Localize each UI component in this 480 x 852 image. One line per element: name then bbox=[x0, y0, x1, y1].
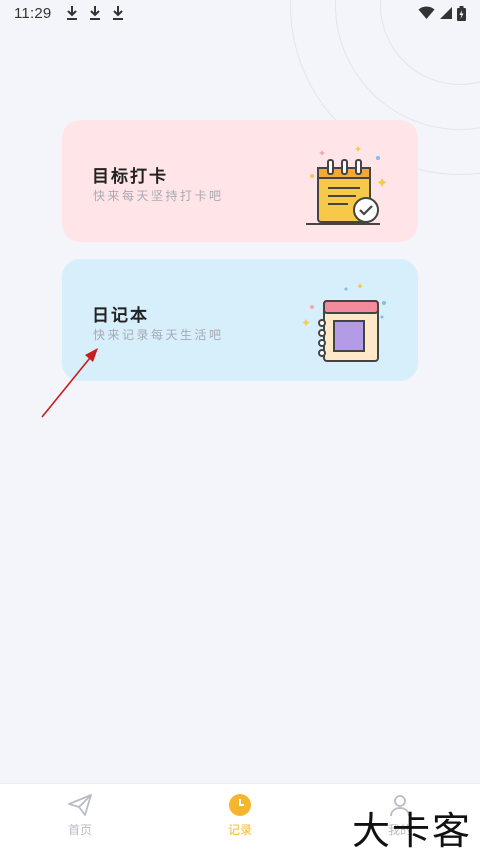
download-icon bbox=[67, 6, 78, 20]
card-subtitle: 快来每天坚持打卡吧 bbox=[93, 189, 224, 203]
battery-icon bbox=[457, 5, 466, 21]
download-icon bbox=[90, 6, 101, 20]
paper-plane-icon bbox=[68, 794, 92, 816]
wifi-icon bbox=[418, 6, 435, 19]
card-title: 目标打卡 bbox=[92, 167, 168, 187]
status-bar: 11:29 bbox=[0, 0, 480, 26]
goal-checkin-card[interactable]: 目标打卡 快来每天坚持打卡吧 bbox=[62, 120, 418, 242]
download-icon bbox=[113, 6, 124, 20]
card-subtitle: 快来记录每天生活吧 bbox=[93, 328, 224, 342]
nav-label: 首页 bbox=[67, 823, 92, 837]
diary-card[interactable]: 日记本 快来记录每天生活吧 bbox=[62, 259, 418, 381]
status-right bbox=[418, 5, 466, 21]
nav-label: 记录 bbox=[227, 823, 252, 837]
clock-icon bbox=[229, 794, 251, 816]
status-time: 11:29 bbox=[14, 4, 52, 22]
app-screen: 11:29 目标打卡 快来每天坚持打卡吧 日记本 快来记录每天生活吧 首页 记录… bbox=[0, 0, 480, 852]
notification-icons bbox=[65, 5, 125, 21]
signal-icon bbox=[440, 7, 452, 19]
nav-home[interactable]: 首页 bbox=[50, 792, 110, 838]
notebook-icon bbox=[302, 283, 386, 362]
clipboard-check-icon bbox=[306, 146, 387, 225]
nav-record[interactable]: 记录 bbox=[210, 792, 270, 838]
card-title: 日记本 bbox=[92, 306, 149, 326]
watermark: 大卡客 bbox=[351, 809, 472, 852]
annotation-arrow bbox=[41, 348, 98, 418]
